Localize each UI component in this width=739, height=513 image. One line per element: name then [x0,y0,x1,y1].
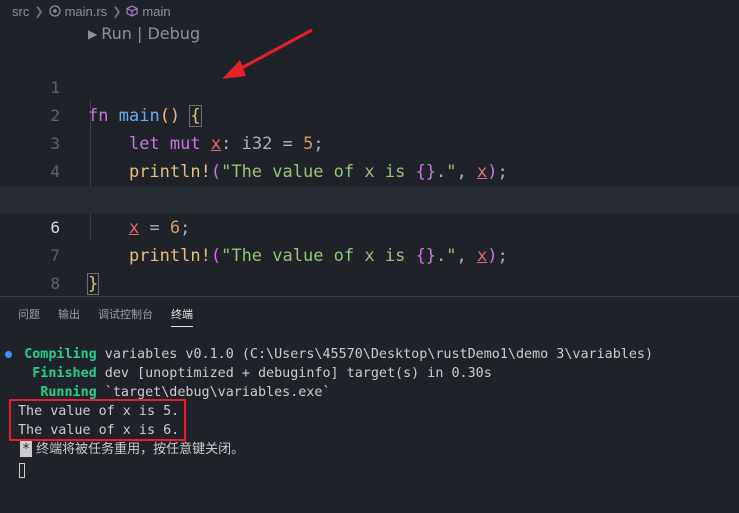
tab-terminal[interactable]: 终端 [162,297,202,333]
bottom-panel: 问题 输出 调试控制台 终端 Compiling variables v0.1.… [0,296,739,513]
line-number: 8 [50,274,60,293]
cargo-status-text: variables v0.1.0 (C:\Users\45570\Desktop… [96,347,654,362]
terminal-notice: * 终端将被任务重用，按任意键关闭。 [0,440,244,459]
play-icon: ▶ [88,26,98,41]
chevron-right-icon: ❯ [34,5,44,18]
output-highlight-box [9,399,186,441]
code-line-1[interactable]: 1 fn main() { [0,46,739,127]
token-brace-close: } [86,273,100,295]
breadcrumb-item-src[interactable]: src [12,4,29,19]
breadcrumb-symbol-label: main [142,3,171,19]
terminal-cursor [19,463,25,478]
breadcrumb-item-file[interactable]: main.rs [48,3,108,19]
codelens-label: Run | Debug [101,24,201,43]
code-line-4[interactable]: 4 [0,130,739,181]
tab-debug-console[interactable]: 调试控制台 [89,297,162,333]
code-line-6[interactable]: 6 println!("The value of x is {}.", x); [0,186,739,266]
tab-output[interactable]: 输出 [49,297,89,333]
code-line-5[interactable]: 5 x = 6; [0,158,739,238]
cargo-status-text: dev [unoptimized + debuginfo] target(s) … [96,366,492,381]
function-cube-icon [126,5,138,17]
breadcrumb: src ❯ main.rs ❯ main [0,0,739,22]
code-line-8[interactable]: 8 [0,242,739,293]
cargo-status-text: `target\debug\variables.exe` [96,385,331,400]
code-line-2[interactable]: 2 let mut x: i32 = 5; [0,74,739,154]
terminal-line-finished: Finished dev [unoptimized + debuginfo] t… [0,364,492,383]
panel-tabs: 问题 输出 调试控制台 终端 [0,297,202,333]
cargo-status-label: Running [40,385,97,400]
notice-badge: * [20,441,32,457]
code-line-3[interactable]: 3 println!("The value of x is {}.", x); [0,102,739,182]
breadcrumb-item-symbol[interactable]: main [126,3,171,19]
tab-problems[interactable]: 问题 [0,297,49,333]
code-line-7[interactable]: 7 } [0,214,739,295]
breadcrumb-src-label: src [12,3,30,19]
terminal-line-compiling: Compiling variables v0.1.0 (C:\Users\455… [0,345,653,364]
codelens-run-debug[interactable]: ▶ Run | Debug [88,24,200,43]
chevron-right-icon: ❯ [112,5,122,18]
code-editor[interactable]: ▶ Run | Debug 1 fn main() { 2 let mut x:… [0,22,739,296]
rust-file-icon [48,5,61,17]
cargo-status-label: Finished [32,366,97,381]
breadcrumb-file-label: main.rs [64,3,108,19]
notice-text: 终端将被任务重用，按任意键关闭。 [32,442,245,457]
cargo-status-label: Compiling [24,347,97,362]
